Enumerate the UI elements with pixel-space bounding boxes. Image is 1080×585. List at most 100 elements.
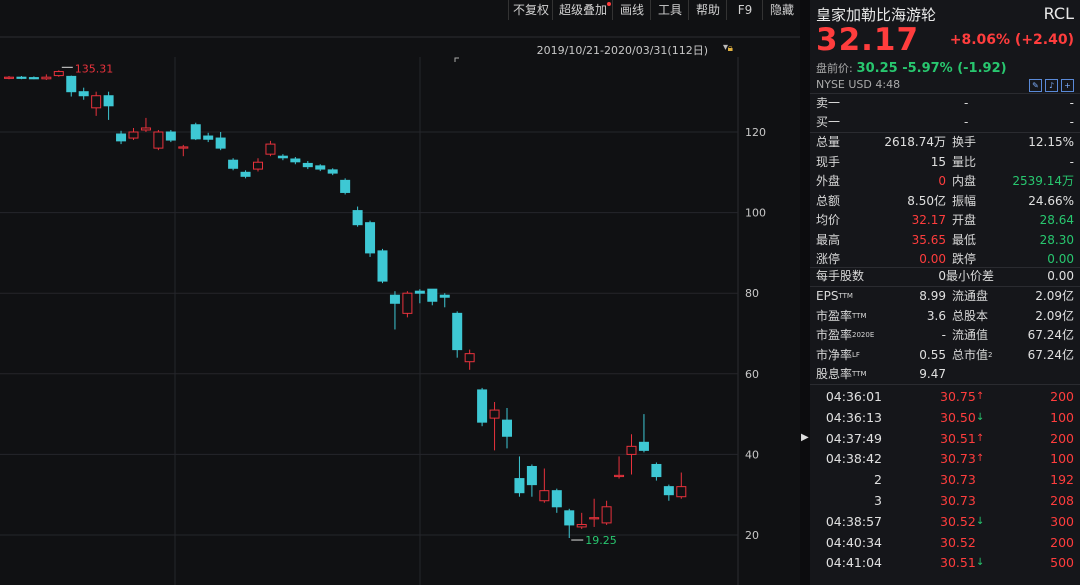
candle-body[interactable] (302, 162, 313, 168)
candle-body[interactable] (365, 222, 376, 254)
candle-body[interactable] (539, 490, 550, 502)
candle-body[interactable] (526, 465, 537, 486)
candle-body[interactable] (663, 486, 674, 496)
stat-label: 现手 (816, 154, 841, 169)
trade-price: 30.73 (940, 493, 976, 508)
candle-body[interactable] (489, 409, 500, 419)
stat-value: 15 (930, 154, 946, 169)
fundamental-label-suffix: LF (852, 350, 860, 359)
candle-body[interactable] (53, 71, 64, 77)
trade-price: 30.73 (940, 472, 976, 488)
candle-body[interactable] (601, 506, 612, 524)
candle-body[interactable] (651, 463, 662, 478)
toolbar-button[interactable]: 帮助 (688, 0, 727, 20)
orderbook-label: 卖一 (816, 96, 841, 110)
candle-body[interactable] (153, 131, 164, 149)
candle-body[interactable] (128, 131, 139, 139)
candle-body[interactable] (28, 77, 39, 80)
fundamental-label-text: 流通盘 (952, 289, 989, 303)
kline-chart-area[interactable]: 20 40 60 80 100 120 135.31 19.25 不复权 超级叠加 画线 工具 帮助 F… (0, 0, 800, 585)
candle-body[interactable] (477, 389, 488, 423)
candle-body[interactable] (116, 133, 127, 142)
candlestick-chart[interactable]: 20 40 60 80 100 120 135.31 19.25 (0, 0, 800, 585)
candle-body[interactable] (564, 510, 575, 526)
stat-label: 总量 (816, 135, 841, 149)
candle-body[interactable] (439, 294, 450, 298)
add-icon[interactable]: + (1061, 79, 1074, 92)
stat-value: 28.64 (1039, 213, 1074, 227)
trade-time: 04:36:13 (825, 409, 882, 425)
candle-body[interactable] (91, 95, 102, 109)
candle-body[interactable] (502, 419, 512, 437)
candle-body[interactable] (215, 137, 226, 149)
stat-label: 外盘 (816, 174, 841, 188)
candle-body[interactable] (452, 312, 463, 351)
fundamental-row: EPSTTM 8.99 流通盘 2.09亿 (816, 287, 1074, 306)
alert-icon[interactable]: ♪ (1045, 79, 1058, 92)
y-tick-label: 40 (745, 448, 759, 461)
fundamental-label-suffix: 2020E (852, 331, 875, 339)
toolbar-button[interactable]: 工具 (650, 0, 689, 20)
candle-body[interactable] (240, 171, 251, 177)
candle-body[interactable] (253, 161, 263, 170)
fundamental-label-text: 市盈率 (816, 308, 853, 323)
candle-body[interactable] (551, 490, 562, 508)
stat-value: - (1069, 154, 1074, 169)
candle-body[interactable] (190, 124, 201, 140)
candle-body[interactable] (614, 474, 625, 478)
candle-body[interactable] (66, 75, 77, 93)
candle-body[interactable] (676, 486, 687, 498)
low-price-label: 19.25 (585, 534, 617, 547)
candle-body[interactable] (589, 517, 600, 520)
trade-volume: 208 (1050, 493, 1074, 508)
candle-body[interactable] (277, 155, 288, 159)
fundamental-label-suffix: TTM (852, 370, 867, 378)
collapse-panel-icon[interactable]: ▶ (801, 432, 809, 443)
toolbar-button[interactable]: 超级叠加 (552, 0, 613, 20)
panel-divider[interactable] (800, 0, 810, 585)
candle-body[interactable] (576, 524, 587, 528)
stat-row: 总量 2618.74万 换手 12.15% (816, 133, 1074, 152)
candle-body[interactable] (140, 127, 151, 131)
lock-icon[interactable]: 🔒︎ (728, 43, 733, 54)
candle-body[interactable] (340, 179, 351, 193)
candle-body[interactable] (327, 169, 338, 174)
edit-icon[interactable]: ✎ (1029, 79, 1042, 92)
candle-body[interactable] (315, 165, 326, 170)
stat-value: 0 (938, 174, 946, 188)
candle-body[interactable] (203, 135, 214, 140)
candle-body[interactable] (78, 91, 89, 97)
candle-body[interactable] (228, 159, 239, 169)
candle-body[interactable] (290, 158, 301, 163)
candle-body[interactable] (402, 292, 413, 314)
toolbar-button[interactable]: F9 (726, 0, 763, 20)
candle-body[interactable] (41, 76, 52, 80)
fundamental-label-suffix: 2 (988, 350, 993, 359)
candle-body[interactable] (514, 478, 525, 494)
candle-body[interactable] (427, 288, 438, 302)
orderbook-row: 买一 - - (816, 113, 1074, 132)
fundamental-label-text: 股息率 (816, 367, 853, 381)
arrow-down-icon: ↓ (976, 557, 985, 569)
fundamental-row: 市盈率2020E - 流通值 67.24亿 (816, 326, 1074, 345)
fundamental-label: 总股本 (952, 307, 988, 326)
candle-body[interactable] (414, 290, 425, 294)
candle-body[interactable] (178, 146, 189, 149)
candle-body[interactable] (16, 76, 27, 79)
toolbar-button[interactable]: 不复权 (508, 0, 553, 20)
toolbar-button[interactable]: 画线 (612, 0, 651, 20)
candle-body[interactable] (265, 143, 276, 155)
lot-value: 0 (938, 269, 946, 283)
candle-body[interactable] (352, 210, 363, 226)
candle-body[interactable] (638, 441, 649, 451)
stat-label: 总额 (816, 193, 841, 208)
candle-body[interactable] (389, 294, 400, 304)
candle-body[interactable] (377, 250, 388, 282)
candle-body[interactable] (165, 131, 176, 141)
candle-body[interactable] (464, 353, 475, 363)
candle-body[interactable] (4, 76, 14, 79)
toolbar-button[interactable]: 隐藏 (762, 0, 801, 20)
candle-body[interactable] (626, 445, 637, 455)
fundamental-label-suffix: TTM (838, 292, 853, 300)
candle-body[interactable] (103, 95, 114, 107)
